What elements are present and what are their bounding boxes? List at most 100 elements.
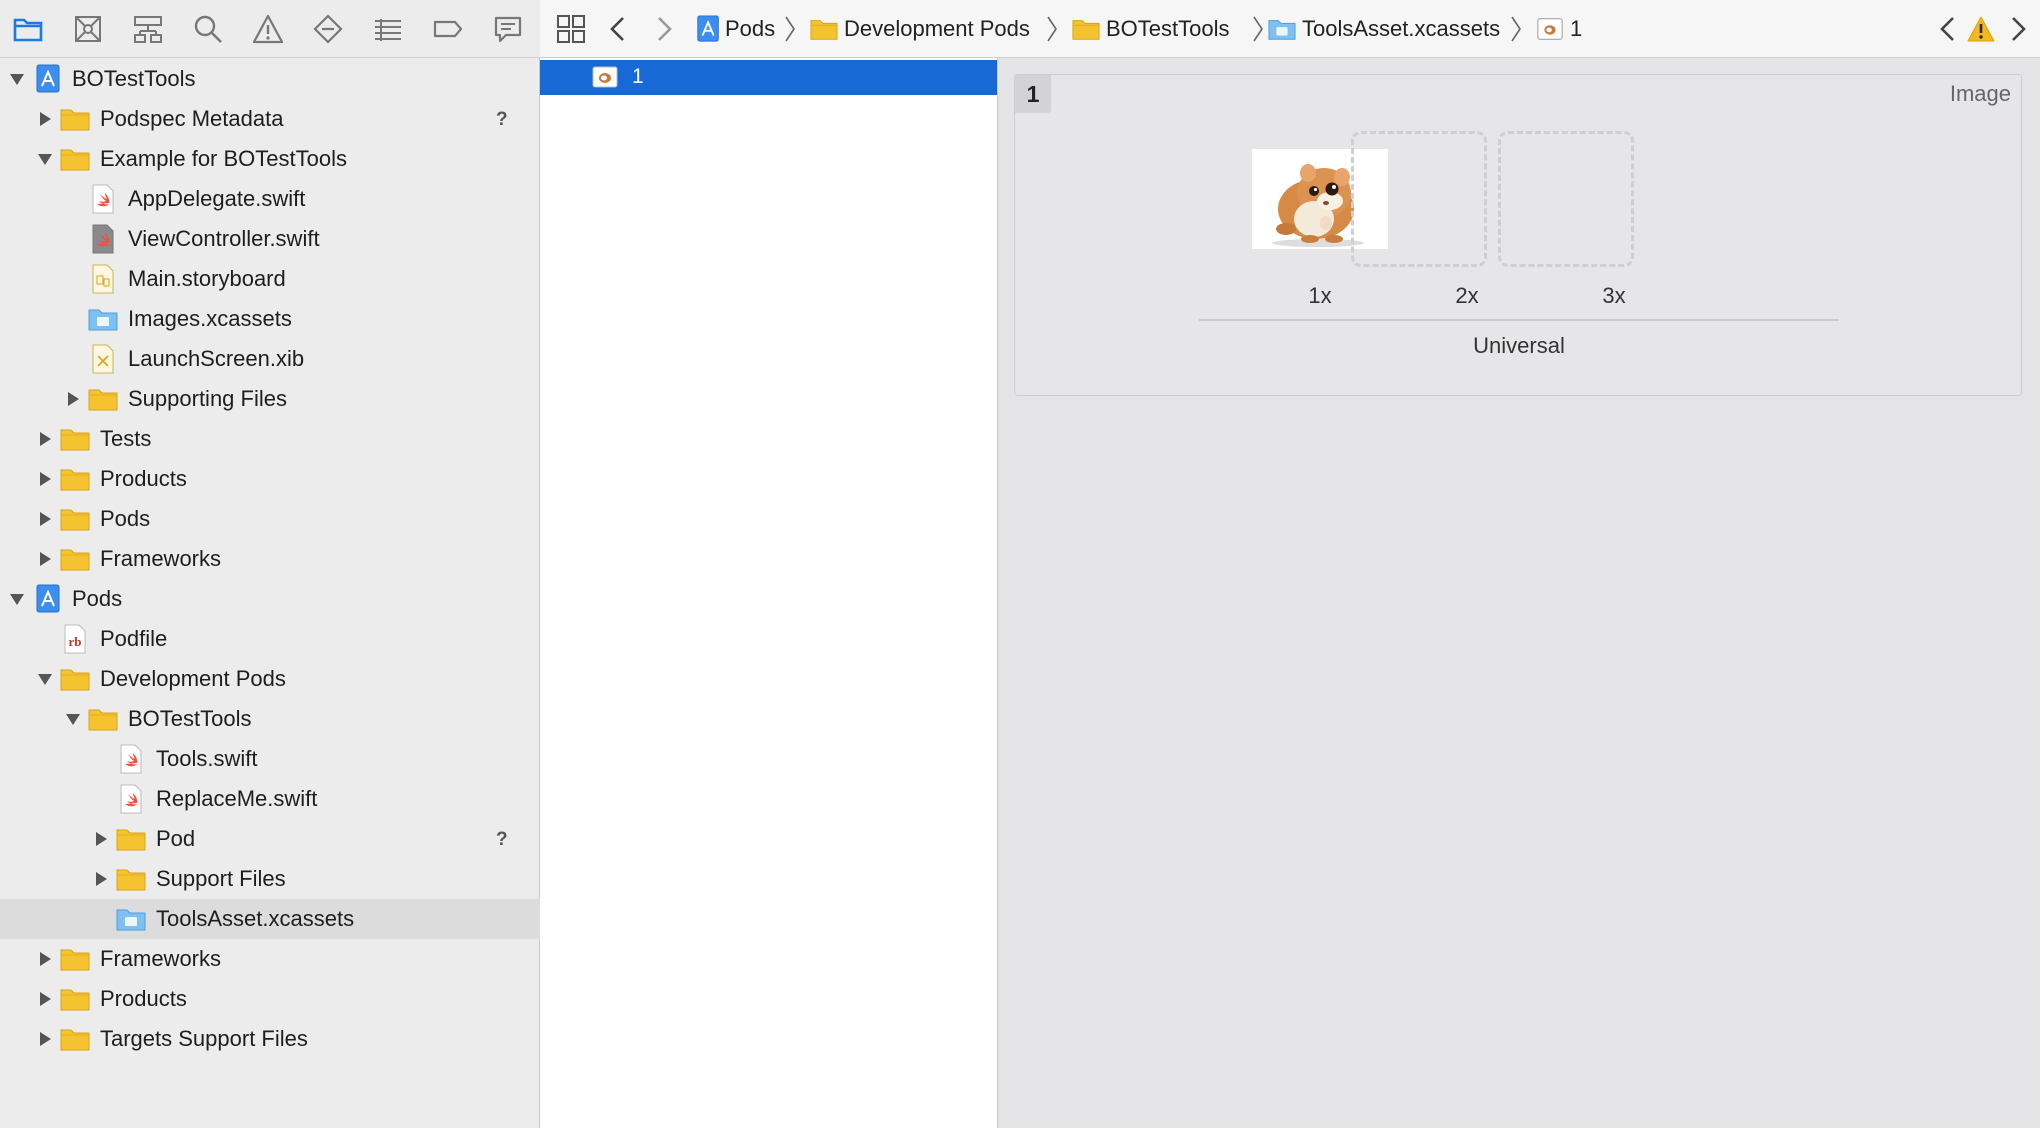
breadcrumb-item-1[interactable]: 1 <box>1570 17 1582 41</box>
hierarchy-icon[interactable] <box>132 13 164 45</box>
nav-item-pods[interactable]: Pods <box>0 579 540 619</box>
disclosure-closed-icon[interactable] <box>36 430 54 448</box>
folder-icon <box>60 544 90 574</box>
related-items-grid-icon[interactable] <box>556 14 586 44</box>
disclosure-closed-icon[interactable] <box>36 550 54 568</box>
nav-item-products[interactable]: Products <box>0 979 540 1019</box>
nav-item-tools-swift[interactable]: Tools.swift <box>0 739 540 779</box>
disclosure-closed-icon[interactable] <box>92 870 110 888</box>
breadcrumb-item-development-pods[interactable]: Development Pods <box>844 17 1030 41</box>
forward-chevron-icon[interactable] <box>654 16 674 42</box>
navigator-toolbar <box>0 0 540 58</box>
breadcrumb-item-botesttools[interactable]: BOTestTools <box>1106 17 1230 41</box>
nav-item-botesttools[interactable]: BOTestTools <box>0 699 540 739</box>
swift-icon <box>116 744 146 774</box>
folder-icon[interactable] <box>12 13 44 45</box>
swift-dark-icon <box>88 224 118 254</box>
nav-item-label: AppDelegate.swift <box>128 186 306 211</box>
nav-item-label: Frameworks <box>100 546 222 571</box>
report-icon[interactable] <box>492 13 524 45</box>
nav-item-label: ToolsAsset.xcassets <box>156 906 355 931</box>
nav-item-replaceme-swift[interactable]: ReplaceMe.swift <box>0 779 540 819</box>
asset-list: 1 <box>540 58 998 1128</box>
breadcrumb-separator-icon <box>784 16 796 42</box>
breakpoint-icon[interactable] <box>432 13 464 45</box>
previous-issue-chevron-icon[interactable] <box>1938 16 1958 42</box>
disclosure-closed-icon[interactable] <box>92 830 110 848</box>
folder-icon <box>60 984 90 1014</box>
ruby-icon: rb <box>60 624 90 654</box>
slot-1x-label: 1x <box>1308 283 1332 308</box>
disclosure-open-icon[interactable] <box>8 590 26 608</box>
next-issue-chevron-icon[interactable] <box>2008 16 2028 42</box>
source-control-icon[interactable] <box>72 13 104 45</box>
disclosure-open-icon[interactable] <box>8 70 26 88</box>
disclosure-closed-icon[interactable] <box>36 990 54 1008</box>
disclosure-open-icon[interactable] <box>36 150 54 168</box>
folder-icon <box>60 464 90 494</box>
debug-list-icon[interactable] <box>372 13 404 45</box>
nav-item-label: Products <box>100 986 187 1011</box>
nav-item-tests[interactable]: Tests <box>0 419 540 459</box>
xcassets-icon <box>1268 14 1296 44</box>
nav-item-main-storyboard[interactable]: Main.storyboard <box>0 259 540 299</box>
nav-item-support-files[interactable]: Support Files <box>0 859 540 899</box>
disclosure-closed-icon[interactable] <box>64 390 82 408</box>
nav-item-development-pods[interactable]: Development Pods <box>0 659 540 699</box>
image-set-type-label: Image <box>1949 81 2011 106</box>
nav-item-pods[interactable]: Pods <box>0 499 540 539</box>
asset-detail-area: 1 Image 1x 2x 3x Universal <box>998 58 2040 1128</box>
image-set-panel[interactable]: 1 Image 1x 2x 3x Universal <box>1014 74 2022 396</box>
nav-item-images-xcassets[interactable]: Images.xcassets <box>0 299 540 339</box>
nav-item-podspec-metadata[interactable]: Podspec Metadata? <box>0 99 540 139</box>
nav-item-label: Pods <box>100 506 151 531</box>
breadcrumb-item-toolsasset-xcassets[interactable]: ToolsAsset.xcassets <box>1302 17 1500 41</box>
nav-item-label: ViewController.swift <box>128 226 320 251</box>
disclosure-closed-icon[interactable] <box>36 110 54 128</box>
nav-item-launchscreen-xib[interactable]: LaunchScreen.xib <box>0 339 540 379</box>
nav-item-label: Pods <box>72 586 123 611</box>
slot-3x-empty[interactable] <box>1498 131 1634 267</box>
nav-item-viewcontroller-swift[interactable]: ViewController.swift <box>0 219 540 259</box>
breadcrumb-item-pods[interactable]: Pods <box>725 17 775 41</box>
folder-icon <box>88 704 118 734</box>
nav-item-example-for-botesttools[interactable]: Example for BOTestTools <box>0 139 540 179</box>
nav-item-podfile[interactable]: rb Podfile <box>0 619 540 659</box>
asset-list-item[interactable]: 1 <box>540 60 997 95</box>
test-diamond-icon[interactable] <box>312 13 344 45</box>
disclosure-closed-icon[interactable] <box>36 950 54 968</box>
nav-item-label: Products <box>100 466 187 491</box>
universal-divider <box>1199 319 1839 321</box>
nav-item-appdelegate-swift[interactable]: AppDelegate.swift <box>0 179 540 219</box>
nav-item-label: Tests <box>100 426 152 451</box>
nav-item-botesttools[interactable]: BOTestTools <box>0 59 540 99</box>
folder-icon <box>810 14 838 44</box>
disclosure-closed-icon[interactable] <box>36 510 54 528</box>
nav-item-supporting-files[interactable]: Supporting Files <box>0 379 540 419</box>
folder-icon <box>60 504 90 534</box>
warning-icon[interactable] <box>252 13 284 45</box>
image-set-name: 1 <box>1015 75 1051 113</box>
disclosure-closed-icon[interactable] <box>36 470 54 488</box>
swift-icon <box>116 784 146 814</box>
disclosure-open-icon[interactable] <box>36 670 54 688</box>
folder-icon <box>60 1024 90 1054</box>
nav-item-label: LaunchScreen.xib <box>128 346 305 371</box>
imageset-icon <box>1536 14 1564 44</box>
back-chevron-icon[interactable] <box>608 16 628 42</box>
disclosure-closed-icon[interactable] <box>36 1030 54 1048</box>
nav-item-label: Tools.swift <box>156 746 258 771</box>
nav-item-products[interactable]: Products <box>0 459 540 499</box>
nav-item-label: Frameworks <box>100 946 222 971</box>
asset-list-item-label: 1 <box>632 65 644 88</box>
nav-item-targets-support-files[interactable]: Targets Support Files <box>0 1019 540 1059</box>
search-icon[interactable] <box>192 13 224 45</box>
breadcrumb-separator-icon <box>1252 16 1264 42</box>
nav-item-frameworks[interactable]: Frameworks <box>0 939 540 979</box>
warning-badge-icon[interactable] <box>1966 15 1996 43</box>
nav-item-pod[interactable]: Pod? <box>0 819 540 859</box>
nav-item-toolsasset-xcassets[interactable]: ToolsAsset.xcassets <box>0 899 540 939</box>
disclosure-open-icon[interactable] <box>64 710 82 728</box>
slot-2x-empty[interactable] <box>1351 131 1487 267</box>
nav-item-frameworks[interactable]: Frameworks <box>0 539 540 579</box>
